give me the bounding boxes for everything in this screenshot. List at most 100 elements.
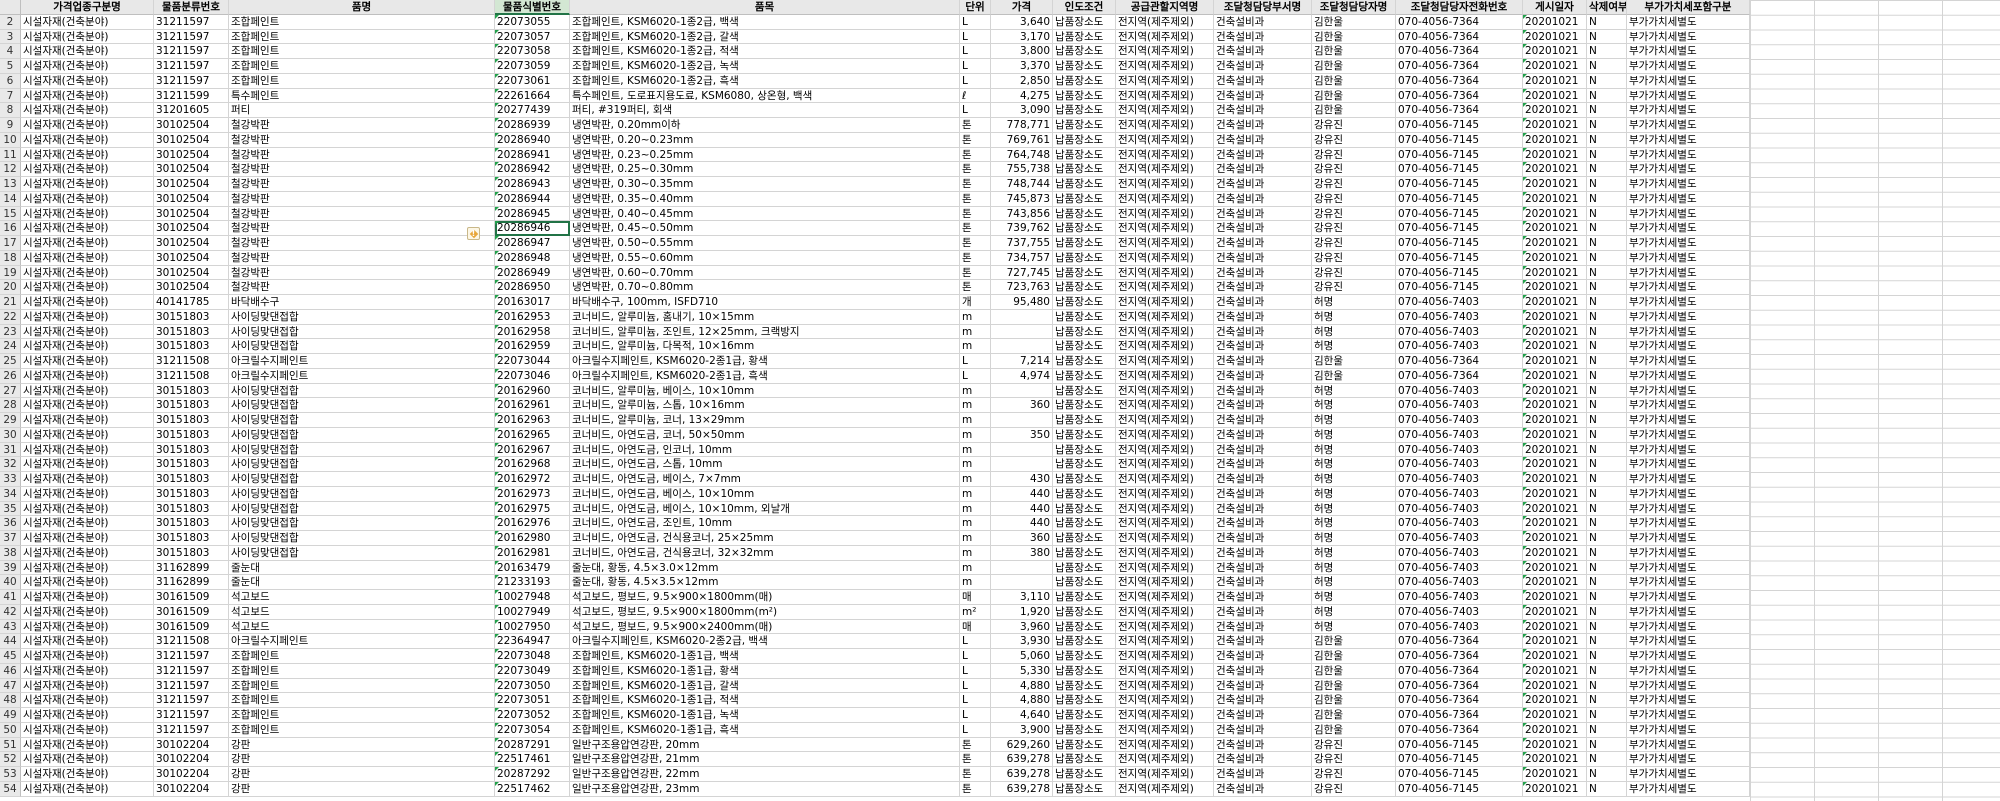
table-cell[interactable]: 부가가치세별도 [1627,73,1750,89]
table-cell[interactable]: 070-4056-7364 [1396,14,1523,30]
table-cell[interactable]: 070-4056-7403 [1396,442,1523,458]
table-cell[interactable]: 허명 [1312,324,1396,340]
table-cell[interactable]: 시설자재(건축분야) [21,413,154,428]
table-cell[interactable]: 070-4056-7364 [1396,59,1523,74]
table-cell[interactable]: 440 [991,486,1053,502]
table-cell[interactable]: 22073058 [495,44,570,59]
table-cell[interactable]: 30102504 [154,236,229,251]
table-cell[interactable]: 30102504 [154,118,229,133]
table-cell[interactable]: 시설자재(건축분야) [21,634,154,649]
table-cell[interactable]: 톤 [960,250,991,266]
table-cell[interactable]: 사이딩맞댄접합 [229,457,495,472]
table-cell[interactable]: 31211597 [154,678,229,694]
table-cell[interactable]: 부가가치세별도 [1627,427,1750,443]
table-cell[interactable]: 강유진 [1312,177,1396,192]
table-cell[interactable]: 납품장소도 [1053,619,1116,635]
table-cell[interactable]: 철강박판 [229,162,495,177]
table-cell[interactable]: 철강박판 [229,206,495,222]
table-cell[interactable]: 745,873 [991,191,1053,207]
column-header[interactable]: 인도조건 [1053,0,1116,15]
table-cell[interactable]: 철강박판 [229,132,495,148]
table-cell[interactable]: N [1587,767,1627,782]
table-cell[interactable]: 조합페인트, KSM6020-1종1급, 녹색 [570,708,960,723]
table-cell[interactable]: 20201021 [1523,649,1587,664]
table-cell[interactable]: 사이딩맞댄접합 [229,309,495,325]
table-cell[interactable]: 20201021 [1523,486,1587,502]
table-cell[interactable]: 727,745 [991,265,1053,281]
table-cell[interactable]: 20162963 [495,413,570,428]
table-cell[interactable]: L [960,103,991,118]
table-cell[interactable]: 전지역(제주제외) [1116,472,1214,487]
table-cell[interactable]: 31211597 [154,663,229,679]
table-cell[interactable]: 전지역(제주제외) [1116,265,1214,281]
table-cell[interactable]: 강판 [229,781,495,797]
table-cell[interactable]: 부가가치세별도 [1627,147,1750,163]
row-number-header[interactable]: 21 [0,295,21,310]
table-cell[interactable]: 30151803 [154,324,229,340]
table-cell[interactable]: 20201021 [1523,162,1587,177]
table-cell[interactable]: 070-4056-7145 [1396,191,1523,207]
table-cell[interactable]: 3,900 [991,722,1053,738]
table-cell[interactable]: 070-4056-7145 [1396,221,1523,236]
table-cell[interactable]: 특수페인트 [229,88,495,104]
table-cell[interactable]: 시설자재(건축분야) [21,619,154,635]
table-cell[interactable]: 20286948 [495,250,570,266]
table-cell[interactable]: 2,850 [991,73,1053,89]
row-number-header[interactable]: 43 [0,619,21,635]
table-cell[interactable]: 20162965 [495,427,570,443]
table-cell[interactable]: 4,275 [991,88,1053,104]
table-cell[interactable]: 조합페인트 [229,73,495,89]
table-cell[interactable]: 20201021 [1523,147,1587,163]
table-cell[interactable]: 아크릴수지페인트 [229,634,495,649]
table-cell[interactable]: 31162899 [154,560,229,576]
table-cell[interactable]: 전지역(제주제외) [1116,73,1214,89]
table-cell[interactable]: N [1587,693,1627,708]
table-cell[interactable]: 070-4056-7145 [1396,162,1523,177]
table-cell[interactable]: 전지역(제주제외) [1116,516,1214,531]
table-cell[interactable]: 070-4056-7403 [1396,413,1523,428]
table-cell[interactable]: 부가가치세별도 [1627,88,1750,104]
row-number-header[interactable]: 14 [0,191,21,207]
table-cell[interactable]: 아크릴수지페인트 [229,354,495,369]
table-cell[interactable]: 냉연박판, 0.35~0.40mm [570,191,960,207]
table-cell[interactable]: N [1587,722,1627,738]
table-cell[interactable]: 납품장소도 [1053,265,1116,281]
table-cell[interactable]: 김한울 [1312,44,1396,59]
table-cell[interactable]: 매 [960,590,991,605]
table-cell[interactable]: 20201021 [1523,59,1587,74]
table-cell[interactable]: 시설자재(건축분야) [21,442,154,458]
table-cell[interactable]: 20201021 [1523,693,1587,708]
table-cell[interactable]: N [1587,663,1627,679]
row-number-header[interactable]: 51 [0,737,21,753]
table-cell[interactable]: 20201021 [1523,280,1587,295]
table-cell[interactable]: 납품장소도 [1053,29,1116,45]
table-cell[interactable]: 김한울 [1312,634,1396,649]
table-cell[interactable]: 일반구조용압연강판, 22mm [570,767,960,782]
table-cell[interactable]: 냉연박판, 0.20~0.23mm [570,132,960,148]
table-cell[interactable]: 톤 [960,191,991,207]
table-cell[interactable]: 건축설비과 [1214,132,1312,148]
row-number-header[interactable]: 8 [0,103,21,118]
table-cell[interactable]: 20277439 [495,103,570,118]
row-number-header[interactable]: 28 [0,398,21,413]
table-cell[interactable]: N [1587,354,1627,369]
table-cell[interactable]: 건축설비과 [1214,14,1312,30]
table-cell[interactable]: 일반구조용압연강판, 20mm [570,737,960,753]
table-cell[interactable]: 전지역(제주제외) [1116,486,1214,502]
table-cell[interactable]: 건축설비과 [1214,575,1312,590]
table-cell[interactable]: 22364947 [495,634,570,649]
table-cell[interactable]: 22073055 [495,14,570,30]
table-cell[interactable]: 시설자재(건축분야) [21,14,154,30]
table-cell[interactable]: 납품장소도 [1053,737,1116,753]
table-cell[interactable]: 30151803 [154,472,229,487]
table-cell[interactable]: 20201021 [1523,442,1587,458]
table-cell[interactable]: 시설자재(건축분야) [21,604,154,620]
table-cell[interactable]: L [960,29,991,45]
table-cell[interactable]: 냉연박판, 0.20mm이하 [570,118,960,133]
table-cell[interactable]: 김한울 [1312,103,1396,118]
table-cell[interactable]: 30102504 [154,162,229,177]
table-cell[interactable]: L [960,708,991,723]
table-cell[interactable]: 허명 [1312,619,1396,635]
table-cell[interactable]: N [1587,781,1627,797]
table-cell[interactable]: 석고보드 [229,590,495,605]
